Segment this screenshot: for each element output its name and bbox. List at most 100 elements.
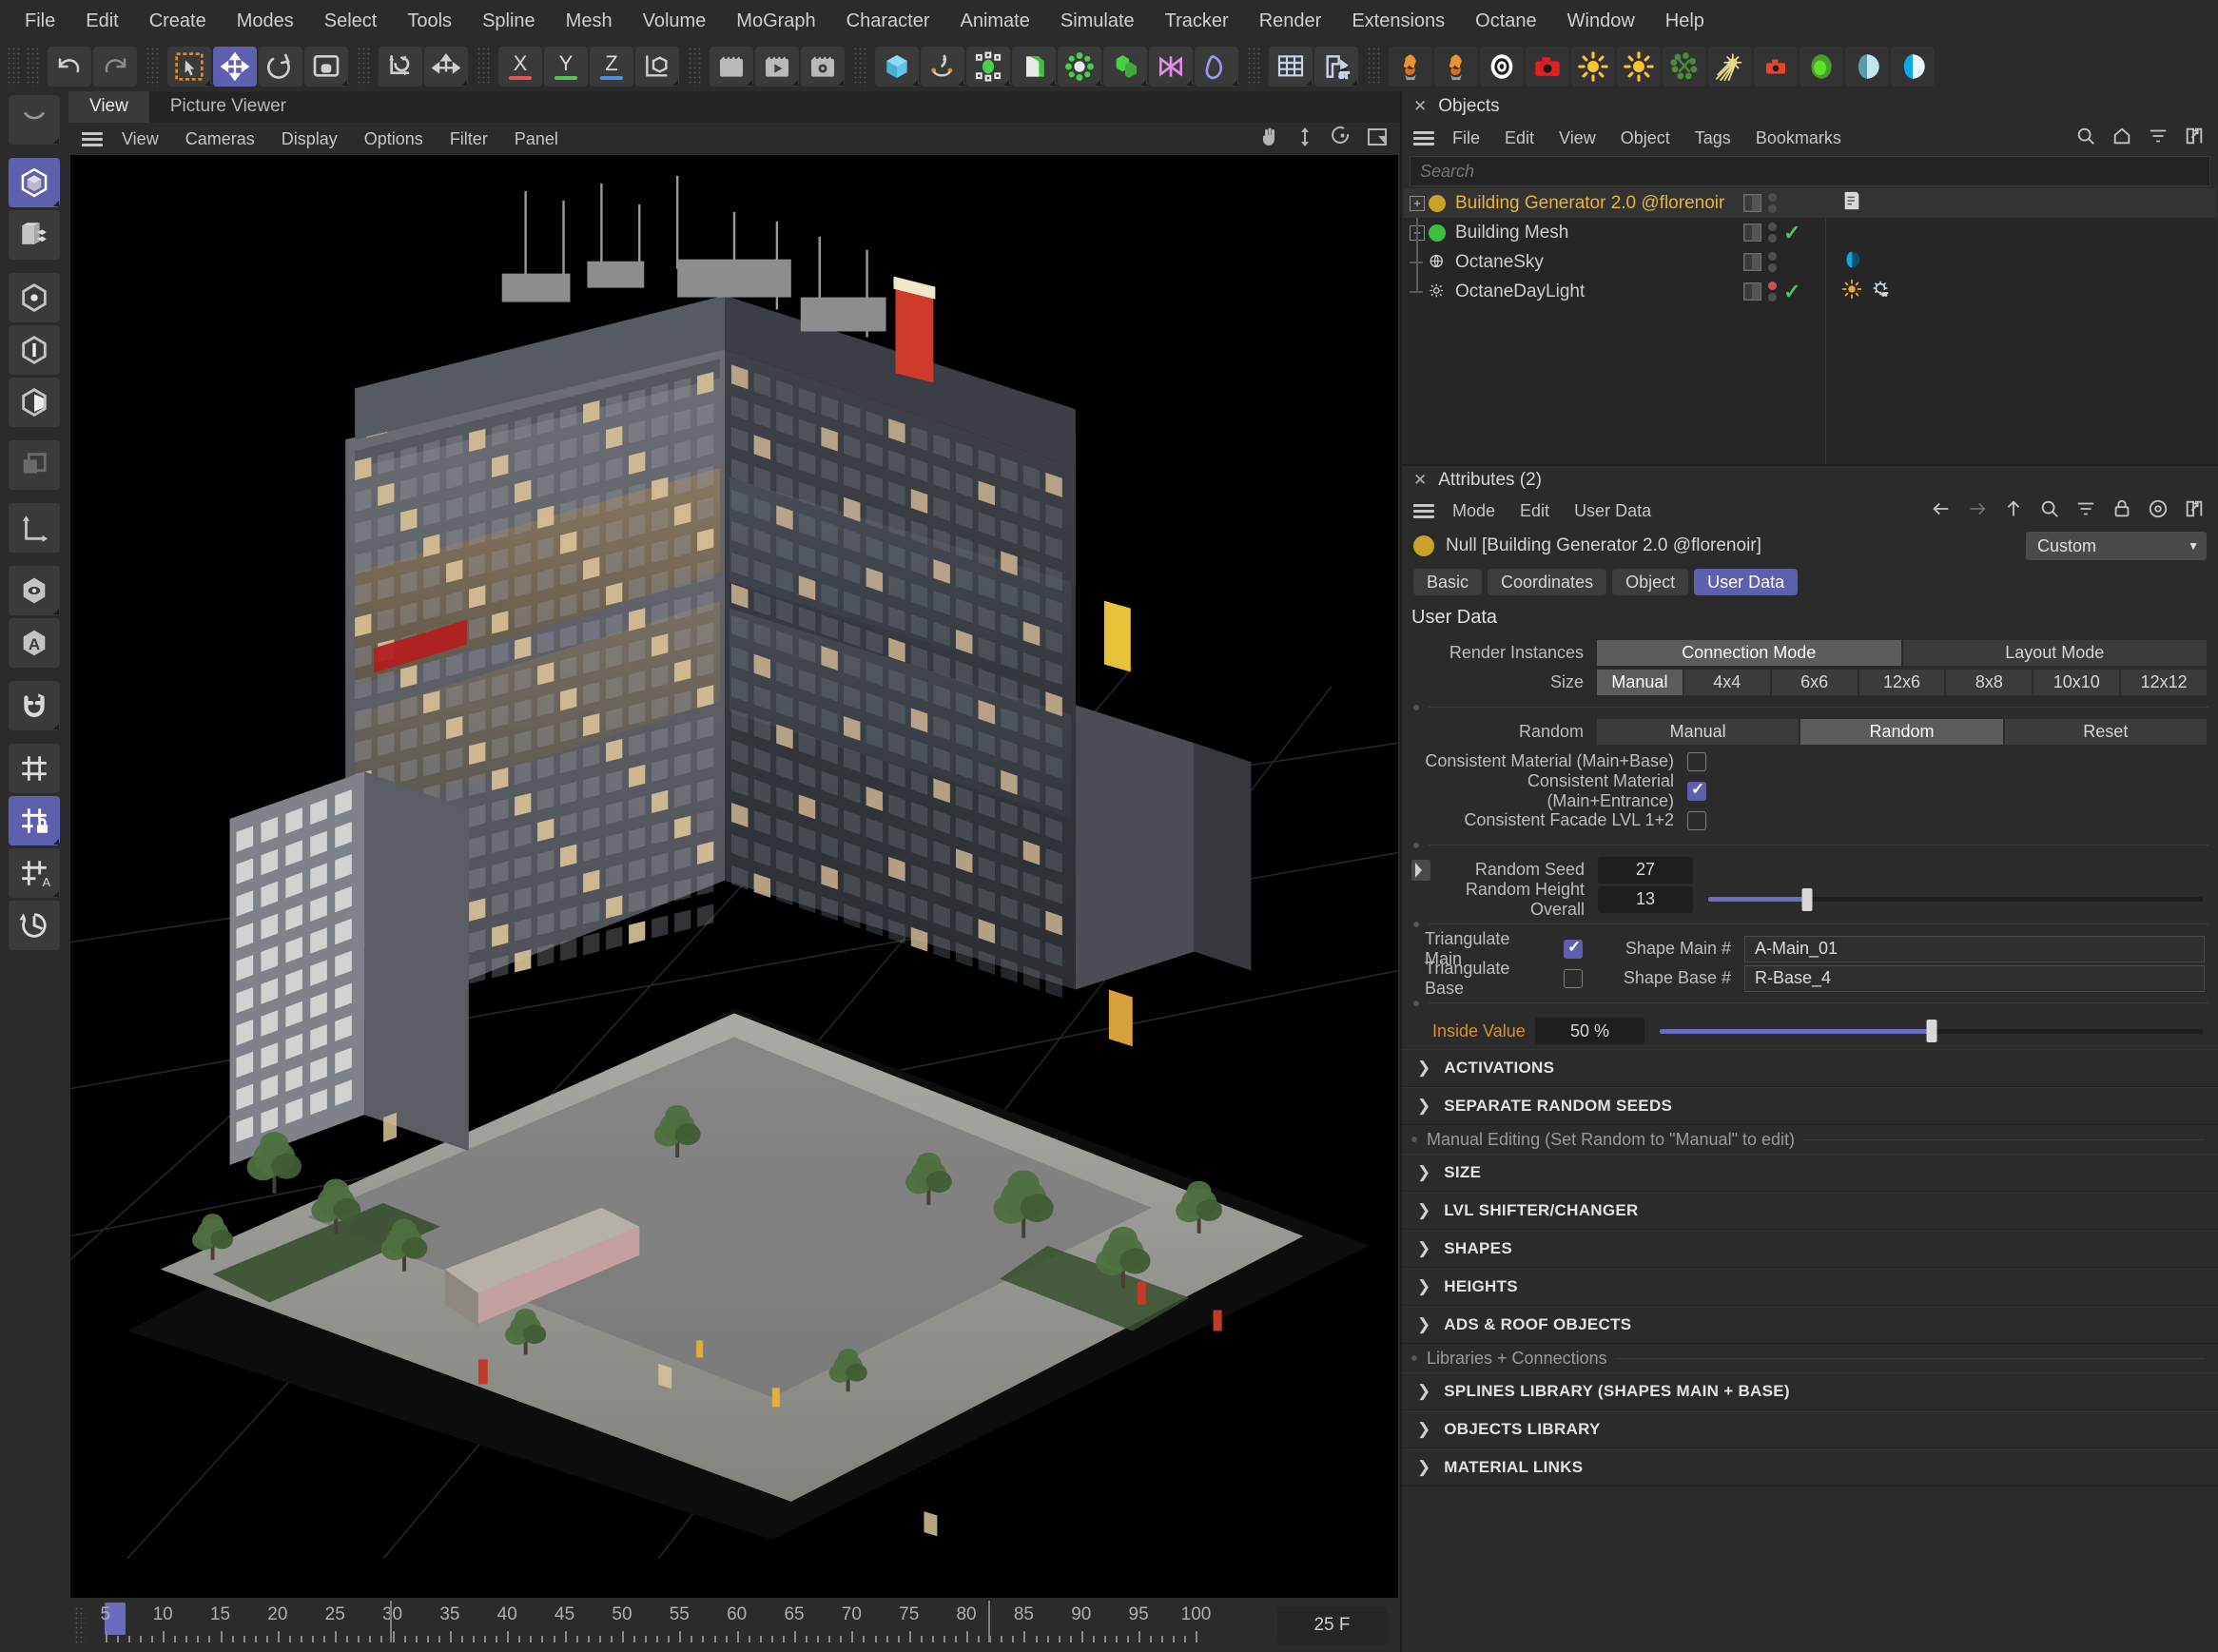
octane-object-tag-icon[interactable]: ST: [1870, 278, 1891, 305]
section-shapes[interactable]: ❯ SHAPES: [1402, 1230, 2218, 1268]
toolbar-grip-6[interactable]: [688, 47, 701, 87]
checkbox-consistent-material-main-entrance[interactable]: [1687, 780, 1706, 801]
viewport-solo-icon[interactable]: [9, 566, 60, 615]
inside-value-slider[interactable]: [1660, 1018, 2203, 1044]
objects-menu-object[interactable]: Object: [1608, 128, 1683, 148]
target-icon[interactable]: [2148, 498, 2169, 524]
open-window-icon[interactable]: [2184, 126, 2205, 151]
viewport-menu-options[interactable]: Options: [351, 129, 437, 149]
menu-item-help[interactable]: Help: [1650, 0, 1720, 42]
size-option-8x8[interactable]: 8x8: [1946, 670, 2033, 695]
object-tree[interactable]: + Building Generator 2.0 @florenoir+ Build…: [1404, 188, 2216, 464]
x-axis-icon[interactable]: X: [498, 47, 542, 87]
reset-workplane-icon[interactable]: [9, 901, 60, 950]
random-option-manual[interactable]: Manual: [1597, 719, 1800, 745]
undo-button[interactable]: [48, 47, 91, 87]
random-seed-expand-icon[interactable]: [1411, 859, 1430, 881]
viewport-tab-picture-viewer[interactable]: Picture Viewer: [149, 91, 307, 123]
cube-primitive-icon[interactable]: [875, 47, 919, 87]
section-ads-roof-objects[interactable]: ❯ ADS & ROOF OBJECTS: [1402, 1306, 2218, 1344]
attributes-close-icon[interactable]: ✕: [1413, 471, 1427, 490]
menu-item-file[interactable]: File: [10, 0, 70, 42]
viewport-tab-view[interactable]: View: [68, 91, 149, 123]
objects-close-icon[interactable]: ✕: [1413, 97, 1427, 116]
current-frame-field[interactable]: 25 F: [1277, 1605, 1387, 1644]
menu-item-simulate[interactable]: Simulate: [1045, 0, 1150, 42]
menu-item-octane[interactable]: Octane: [1460, 0, 1551, 42]
render-instances-option-layout-mode[interactable]: Layout Mode: [1902, 640, 2207, 666]
octane-sphere-icon[interactable]: [1800, 47, 1843, 87]
toolbar-grip-5[interactable]: [477, 47, 490, 87]
viewport-menu-display[interactable]: Display: [268, 129, 351, 149]
section-separate-random-seeds[interactable]: ❯ SEPARATE RANDOM SEEDS: [1402, 1087, 2218, 1125]
visibility-dots[interactable]: [1768, 282, 1777, 301]
toolbar-grip-2[interactable]: [26, 47, 39, 87]
visibility-dots[interactable]: [1768, 223, 1777, 243]
octane-sun-icon[interactable]: [1617, 47, 1661, 87]
menu-item-tools[interactable]: Tools: [392, 0, 467, 42]
filter-icon[interactable]: [2148, 126, 2169, 151]
nurbs-icon[interactable]: [966, 47, 1010, 87]
zoom-icon[interactable]: [1294, 126, 1316, 153]
viewport-menu-filter[interactable]: Filter: [437, 129, 501, 149]
z-axis-icon[interactable]: Z: [590, 47, 633, 87]
edit-flag-icon[interactable]: [1743, 282, 1761, 301]
inside-value-field[interactable]: 50 %: [1535, 1018, 1644, 1044]
workplane-lock-icon[interactable]: [9, 796, 60, 845]
section-lvl-shifter-changer[interactable]: ❯ LVL SHIFTER/CHANGER: [1402, 1192, 2218, 1230]
menu-item-mesh[interactable]: Mesh: [551, 0, 628, 42]
model-mode-icon[interactable]: [9, 158, 60, 207]
attributes-menu-mode[interactable]: Mode: [1440, 501, 1508, 521]
expand-icon[interactable]: +: [1410, 195, 1425, 211]
polygon-mode-icon[interactable]: [9, 378, 60, 427]
edit-flag-icon[interactable]: [1743, 224, 1761, 242]
enable-axis-icon[interactable]: [424, 47, 468, 87]
octane-scatter-icon[interactable]: [1663, 47, 1706, 87]
octane-sun-tag-icon[interactable]: [1841, 278, 1862, 305]
section-size[interactable]: ❯ SIZE: [1402, 1154, 2218, 1192]
lasso-icon[interactable]: [9, 95, 60, 145]
objects-menu-view[interactable]: View: [1547, 128, 1608, 148]
object-row[interactable]: OctaneSky: [1404, 247, 2216, 277]
octane-sky-tag-icon[interactable]: [1841, 248, 1862, 276]
objects-menu-file[interactable]: File: [1440, 128, 1492, 148]
octane-sunlight-icon[interactable]: [1708, 47, 1752, 87]
random-height-field[interactable]: 13: [1598, 885, 1693, 913]
world-object-axis-icon[interactable]: [379, 47, 422, 87]
triangulate-base-checkbox[interactable]: [1564, 968, 1583, 988]
attributes-menu-user-data[interactable]: User Data: [1562, 501, 1664, 521]
menu-item-mograph[interactable]: MoGraph: [721, 0, 830, 42]
visibility-dots[interactable]: [1768, 252, 1777, 272]
render-view-icon[interactable]: [710, 47, 753, 87]
attributes-hamburger-icon[interactable]: [1413, 503, 1434, 518]
timeline-track[interactable]: 5 10 15 20 25 30 35 40 45 50 55 60 65 70 75 80 85 90 95 100: [91, 1600, 1264, 1650]
random-seed-field[interactable]: 27: [1598, 856, 1693, 884]
menu-item-edit[interactable]: Edit: [70, 0, 133, 42]
render-settings-icon[interactable]: [801, 47, 845, 87]
octane-material-2-icon[interactable]: [1891, 47, 1935, 87]
random-option-reset[interactable]: Reset: [2004, 719, 2207, 745]
menu-item-extensions[interactable]: Extensions: [1336, 0, 1460, 42]
axis-mode-icon[interactable]: [9, 503, 60, 553]
camera-object-icon[interactable]: [1149, 47, 1193, 87]
enabled-check-icon[interactable]: ✓: [1783, 281, 1800, 302]
y-axis-icon[interactable]: Y: [544, 47, 588, 87]
tab-user-data[interactable]: User Data: [1694, 569, 1799, 595]
viewport-hamburger-icon[interactable]: [82, 131, 103, 146]
menu-item-modes[interactable]: Modes: [222, 0, 309, 42]
section-objects-library[interactable]: ❯ OBJECTS LIBRARY: [1402, 1410, 2218, 1448]
home-icon[interactable]: [2111, 126, 2132, 151]
objects-menu-edit[interactable]: Edit: [1492, 128, 1547, 148]
section-heights[interactable]: ❯ HEIGHTS: [1402, 1268, 2218, 1306]
menu-item-window[interactable]: Window: [1552, 0, 1650, 42]
objects-menu-bookmarks[interactable]: Bookmarks: [1743, 128, 1854, 148]
objects-search-bar[interactable]: [1410, 156, 2210, 186]
edit-flag-icon[interactable]: [1743, 253, 1761, 271]
edge-mode-icon[interactable]: [9, 325, 60, 375]
viewport-menu-panel[interactable]: Panel: [501, 129, 572, 149]
snap-icon[interactable]: ST: [1314, 47, 1358, 87]
open-window-icon[interactable]: [2184, 498, 2205, 524]
object-row[interactable]: +Building Mesh✓: [1404, 218, 2216, 247]
rotate-view-icon[interactable]: [1330, 126, 1352, 153]
menu-item-animate[interactable]: Animate: [944, 0, 1044, 42]
